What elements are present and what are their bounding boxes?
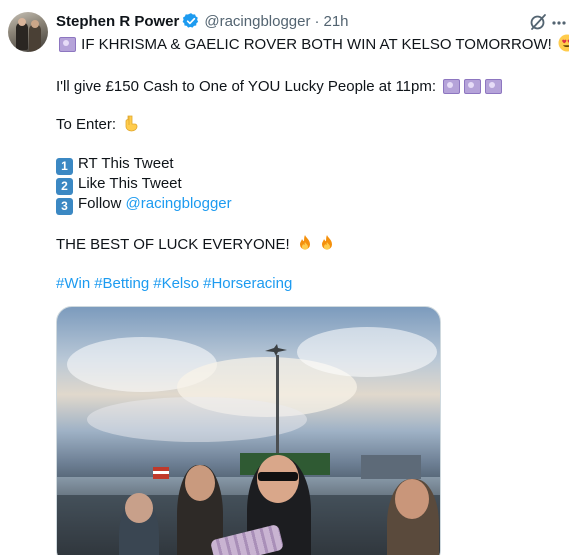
closing-text: THE BEST OF LUCK EVERYONE! [56, 236, 294, 253]
money-with-wings-emoji [463, 78, 482, 94]
more-options-icon[interactable] [552, 20, 566, 26]
author-handle[interactable]: @racingblogger [204, 13, 310, 30]
offer-text: I'll give £150 Cash to One of YOU Lucky … [56, 78, 441, 95]
photo-cloud [87, 397, 307, 442]
avatar-face [31, 20, 39, 28]
photo-sunglasses [258, 472, 298, 481]
tweet-text-closing: THE BEST OF LUCK EVERYONE! [56, 234, 338, 255]
tweet-card[interactable]: Stephen R Power @racingblogger · 21h IF … [0, 0, 569, 555]
keycap-number: 2 [56, 178, 73, 195]
keycap-number: 3 [56, 198, 73, 215]
fire-emoji [299, 235, 310, 250]
hashtag-link[interactable]: #Win [56, 275, 90, 292]
tweet-text-enter: To Enter: [56, 114, 142, 135]
hashtag-link[interactable]: #Kelso [153, 275, 199, 292]
money-with-wings-emoji [58, 36, 76, 52]
heart-eyes-emoji [558, 34, 569, 52]
step-item: 3 Follow @racingblogger [56, 194, 232, 215]
grok-icon[interactable] [528, 12, 548, 32]
avatar[interactable] [8, 12, 48, 52]
tweet-photo[interactable] [56, 306, 441, 555]
verified-badge-icon[interactable] [182, 12, 200, 30]
author-display-name[interactable]: Stephen R Power [56, 13, 179, 30]
keycap-number: 1 [56, 158, 73, 175]
tweet-text-headline: IF KHRISMA & GAELIC ROVER BOTH WIN AT KE… [56, 34, 569, 55]
photo-weathervane-icon [265, 344, 287, 356]
tweet-text-offer: I'll give £150 Cash to One of YOU Lucky … [56, 77, 503, 97]
photo-person-face [185, 465, 215, 501]
tweet-timestamp[interactable]: 21h [323, 13, 348, 30]
step-text: RT This Tweet [78, 155, 174, 172]
fire-emoji [321, 235, 332, 250]
mention-link[interactable]: @racingblogger [126, 195, 232, 212]
avatar-figure [16, 22, 28, 50]
hashtag-link[interactable]: #Horseracing [203, 275, 292, 292]
enter-text: To Enter: [56, 116, 121, 133]
step-text: Like This Tweet [78, 175, 182, 192]
step-item: 1 RT This Tweet [56, 154, 174, 175]
photo-flag [153, 467, 169, 479]
photo-signboard [361, 455, 421, 479]
photo-person-face [395, 479, 429, 519]
step-text: Follow [78, 195, 126, 212]
photo-person-face [125, 493, 153, 523]
money-with-wings-emoji [442, 78, 461, 94]
point-down-emoji [125, 115, 138, 132]
photo-cloud [297, 327, 437, 377]
headline-text: IF KHRISMA & GAELIC ROVER BOTH WIN AT KE… [77, 36, 556, 53]
hashtag-list: #Win #Betting #Kelso #Horseracing [56, 274, 296, 294]
money-with-wings-emoji [484, 78, 503, 94]
hashtag-link[interactable]: #Betting [94, 275, 149, 292]
avatar-figure [29, 24, 41, 52]
step-item: 2 Like This Tweet [56, 174, 182, 195]
avatar-face [18, 18, 26, 26]
tweet-header: Stephen R Power @racingblogger · 21h [56, 11, 349, 31]
header-separator: · [314, 12, 320, 30]
